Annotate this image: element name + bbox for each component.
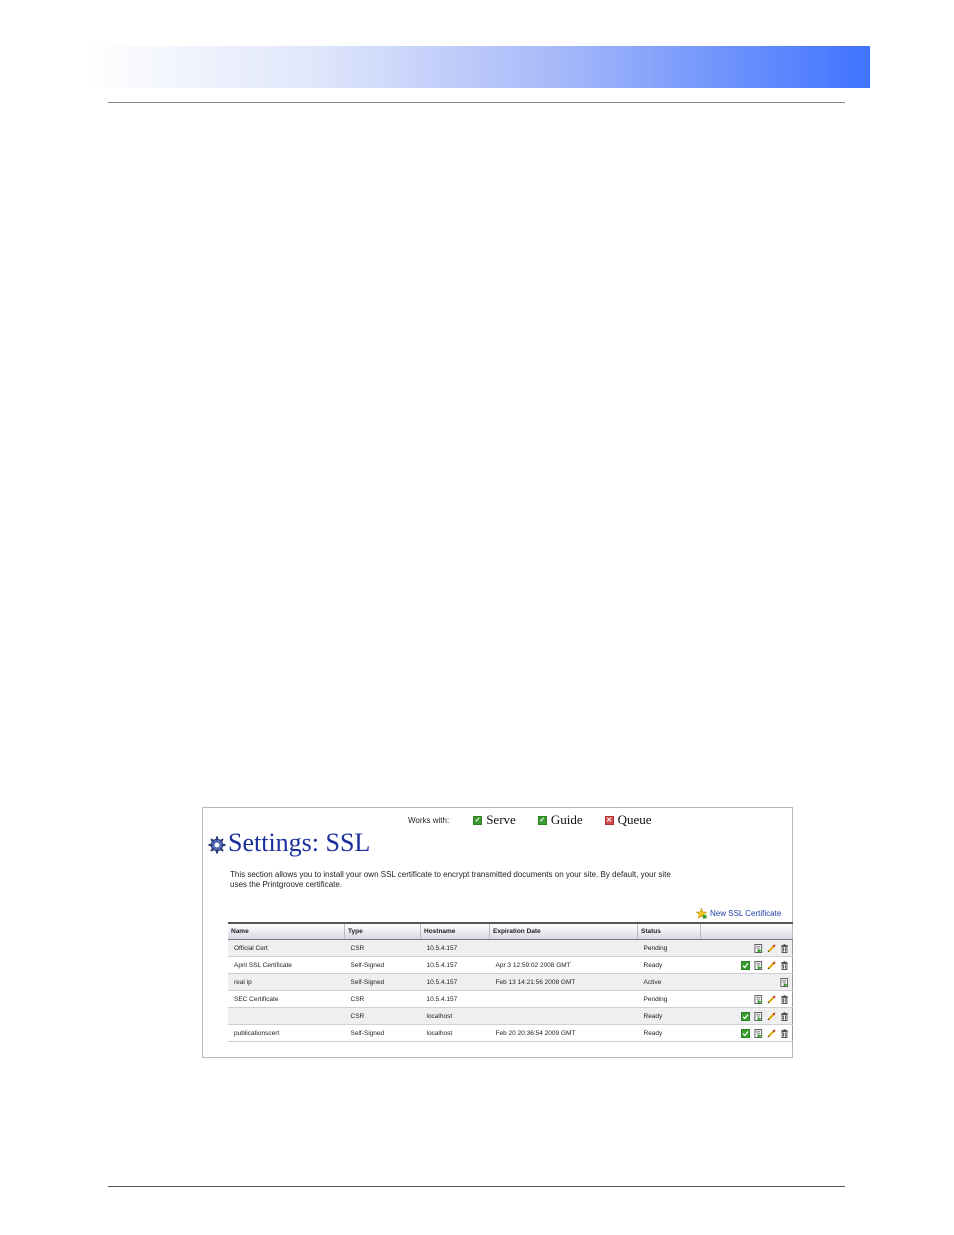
table-row[interactable]: publicationscert Self-Signed localhost Feb … [228, 1024, 793, 1042]
table-row[interactable]: SEC Certificate CSR 10.5.4.157 Pending [228, 990, 793, 1008]
cell-hostname: 10.5.4.157 [420, 956, 490, 974]
cell-status: Ready [637, 1007, 701, 1025]
activate-icon[interactable] [741, 960, 750, 970]
cell-status: Ready [637, 1024, 701, 1042]
table-row[interactable]: real ip Self-Signed 10.5.4.157 Feb 13 14:21… [228, 973, 793, 991]
check-icon: ✓ [537, 815, 547, 825]
column-header-status[interactable]: Status [637, 922, 701, 940]
section-description: This section allows you to install your … [230, 870, 671, 889]
footer-rule [108, 1186, 845, 1187]
edit-icon[interactable] [767, 1011, 776, 1021]
install-icon[interactable] [780, 977, 789, 987]
edit-icon[interactable] [767, 1028, 776, 1038]
cell-type: CSR [344, 1007, 421, 1025]
table-body: Official Cert CSR 10.5.4.157 Pending April S… [228, 939, 793, 1042]
column-header-expiration[interactable]: Expiration Date [489, 922, 638, 940]
product-serve: ✓ Serve [473, 812, 516, 828]
cell-name [228, 1007, 345, 1025]
delete-icon[interactable] [780, 994, 789, 1004]
gear-icon [208, 836, 226, 854]
product-guide: ✓ Guide [537, 812, 583, 828]
product-queue: ✕ Queue [604, 812, 652, 828]
edit-icon[interactable] [767, 943, 776, 953]
ssl-certificates-table: Name Type Hostname Expiration Date Statu… [228, 922, 793, 1042]
table-row[interactable]: Official Cert CSR 10.5.4.157 Pending [228, 939, 793, 957]
cell-actions [700, 990, 793, 1008]
cell-actions [700, 956, 793, 974]
install-icon[interactable] [754, 943, 763, 953]
install-icon[interactable] [754, 994, 763, 1004]
product-name: Serve [486, 812, 516, 827]
install-icon[interactable] [754, 1011, 763, 1021]
product-name: Guide [550, 812, 583, 827]
delete-icon[interactable] [780, 1028, 789, 1038]
cell-expiration: Apr 3 12:59:02 2008 GMT [489, 956, 638, 974]
check-icon: ✓ [473, 815, 483, 825]
page-header-bar [85, 46, 870, 88]
works-with-bar: Works with: ✓ Serve ✓ Guide ✕ Queue [408, 812, 674, 828]
product-name: Queue [617, 812, 652, 827]
activate-icon[interactable] [741, 1011, 750, 1021]
edit-icon[interactable] [767, 994, 776, 1004]
cell-status: Ready [637, 956, 701, 974]
cell-type: Self-Signed [344, 973, 421, 991]
column-header-hostname[interactable]: Hostname [420, 922, 490, 940]
cell-hostname: localhost [420, 1007, 490, 1025]
activate-icon[interactable] [741, 1028, 750, 1038]
cell-type: CSR [344, 990, 421, 1008]
install-icon[interactable] [754, 960, 763, 970]
header-rule [108, 102, 845, 103]
table-row[interactable]: April SSL Certificate Self-Signed 10.5.4.1… [228, 956, 793, 974]
cell-hostname: localhost [420, 1024, 490, 1042]
cell-name: SEC Certificate [228, 990, 345, 1008]
star-icon [696, 908, 707, 919]
column-header-name[interactable]: Name [228, 922, 345, 940]
cell-name: Official Cert [228, 939, 345, 957]
cell-hostname: 10.5.4.157 [420, 973, 490, 991]
ssl-settings-screenshot: Works with: ✓ Serve ✓ Guide ✕ Queue Sett… [202, 807, 793, 1058]
delete-icon[interactable] [780, 1011, 789, 1021]
cell-status: Active [637, 973, 701, 991]
cell-name: publicationscert [228, 1024, 345, 1042]
works-with-label: Works with: [408, 815, 450, 825]
edit-icon[interactable] [767, 960, 776, 970]
install-icon[interactable] [754, 1028, 763, 1038]
new-ssl-certificate-link[interactable]: New SSL Certificate [696, 908, 781, 919]
cell-expiration [489, 939, 638, 957]
cell-expiration [489, 1007, 638, 1025]
cell-type: CSR [344, 939, 421, 957]
cell-expiration: Feb 13 14:21:56 2008 GMT [489, 973, 638, 991]
cell-status: Pending [637, 990, 701, 1008]
page-title: Settings: SSL [228, 828, 371, 857]
cell-name: April SSL Certificate [228, 956, 345, 974]
new-link-label: New SSL Certificate [710, 909, 782, 918]
column-header-type[interactable]: Type [344, 922, 421, 940]
cell-hostname: 10.5.4.157 [420, 939, 490, 957]
cell-status: Pending [637, 939, 701, 957]
cell-expiration: Feb 20 20:36:54 2009 GMT [489, 1024, 638, 1042]
cell-type: Self-Signed [344, 1024, 421, 1042]
table-row[interactable]: CSR localhost Ready [228, 1007, 793, 1025]
cell-expiration [489, 990, 638, 1008]
delete-icon[interactable] [780, 943, 789, 953]
cell-actions [700, 973, 793, 991]
delete-icon[interactable] [780, 960, 789, 970]
cell-actions [700, 1024, 793, 1042]
cell-hostname: 10.5.4.157 [420, 990, 490, 1008]
column-header-actions [700, 922, 793, 940]
cell-actions [700, 939, 793, 957]
cross-icon: ✕ [604, 815, 614, 825]
cell-actions [700, 1007, 793, 1025]
table-header-row: Name Type Hostname Expiration Date Statu… [228, 922, 793, 940]
cell-type: Self-Signed [344, 956, 421, 974]
cell-name: real ip [228, 973, 345, 991]
